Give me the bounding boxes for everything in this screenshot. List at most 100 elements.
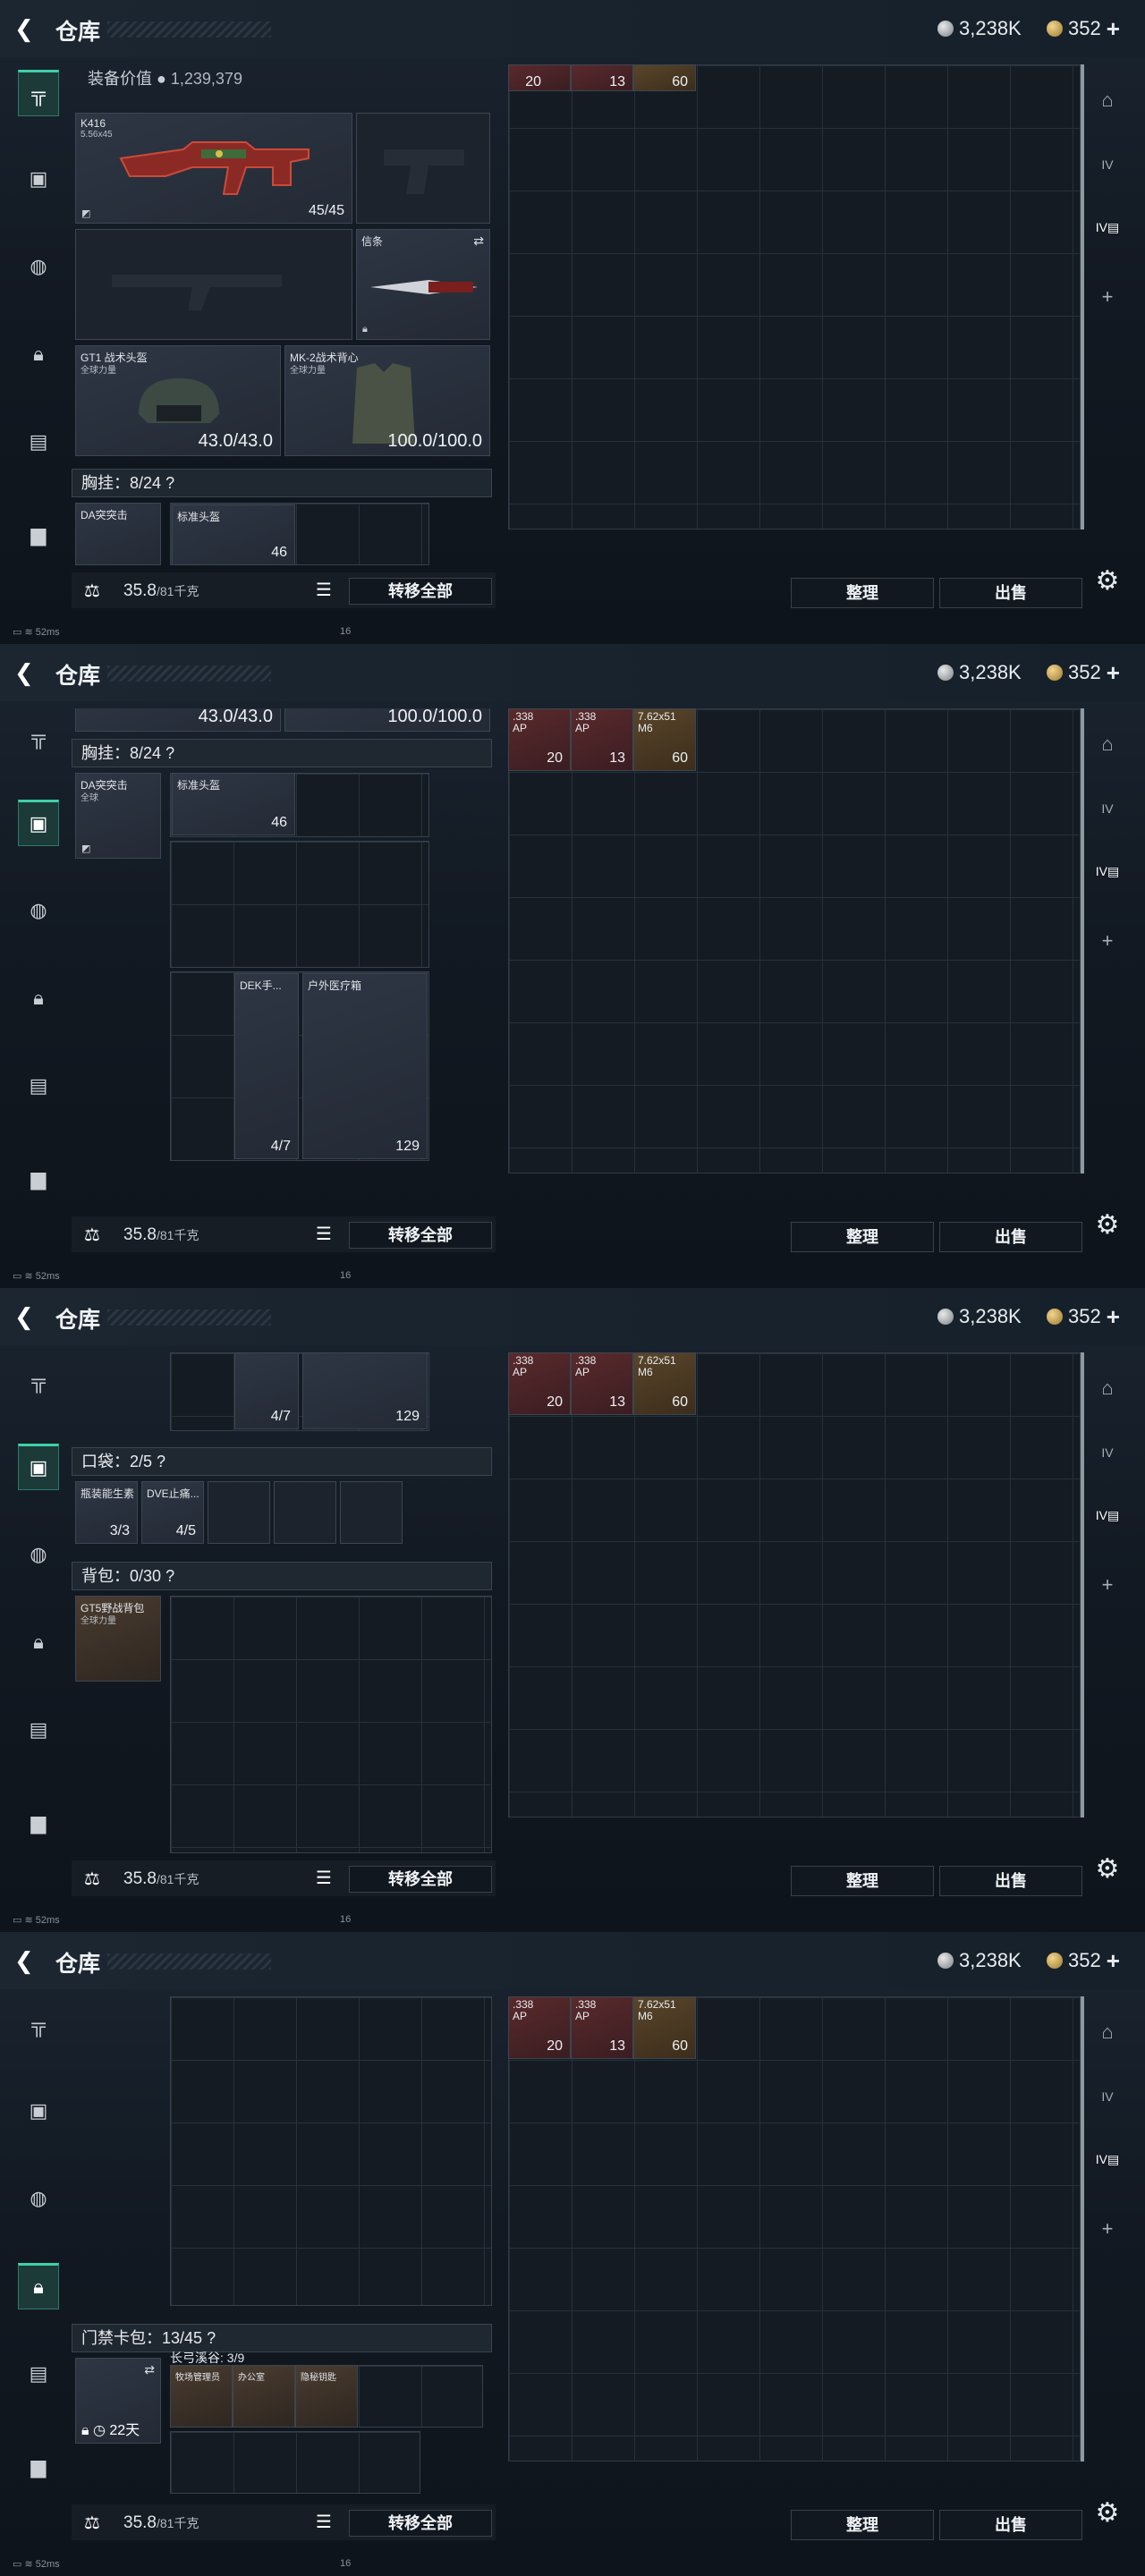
vest-slot[interactable]: 100.0/100.0 xyxy=(284,708,490,732)
sell-button[interactable]: 出售 xyxy=(939,2510,1082,2540)
chest-rig-slot[interactable]: DA突突击 全球 ◩ xyxy=(75,773,161,859)
stash-grid[interactable] xyxy=(508,64,1081,530)
list-icon[interactable]: ☰ xyxy=(313,1224,335,1245)
dek-item[interactable]: 4/7 xyxy=(234,1352,299,1429)
backpack-grid[interactable] xyxy=(170,1596,492,1853)
ammo-item[interactable]: .338 AP 20 xyxy=(508,708,571,771)
headset-item[interactable]: 标准头盔 46 xyxy=(172,504,295,565)
back-arrow-icon[interactable]: ❮ xyxy=(14,1304,39,1329)
ammo-item[interactable]: 20 xyxy=(508,64,571,91)
melee-slot[interactable]: 信条 ⇄ 🔒︎ xyxy=(356,229,490,340)
keycard-item-3[interactable]: 隐秘钥匙 xyxy=(295,2365,358,2428)
sort-button[interactable]: 整理 xyxy=(791,1866,934,1896)
sort-button[interactable]: 整理 xyxy=(791,578,934,608)
sort-button[interactable]: 整理 xyxy=(791,1222,934,1252)
back-arrow-icon[interactable]: ❮ xyxy=(14,16,39,41)
chest-rig-slot[interactable]: DA突突击 xyxy=(75,503,161,565)
sell-button[interactable]: 出售 xyxy=(939,1222,1082,1252)
keycard-item-2[interactable]: 办公室 xyxy=(233,2365,295,2428)
level-iv-icon[interactable]: IV xyxy=(1088,789,1127,828)
settings-gear-icon[interactable]: ⚙ xyxy=(1091,565,1124,597)
safe-icon[interactable]: ⌂ xyxy=(1088,724,1127,764)
stash-scrollbar[interactable] xyxy=(1081,1352,1084,1818)
medkit-item[interactable]: 129 xyxy=(302,1352,428,1429)
stash-grid[interactable] xyxy=(508,1996,1081,2462)
help-icon[interactable]: ? xyxy=(157,1453,165,1470)
list-icon[interactable]: ☰ xyxy=(313,1868,335,1889)
level-iv-stack-icon[interactable]: IV▤ xyxy=(1088,2140,1127,2179)
sidebar-item-case[interactable]: ▆ xyxy=(18,1800,59,1846)
sidebar-item-weapons[interactable]: ╦ xyxy=(18,1358,59,1404)
sidebar-item-armor[interactable]: ▣ xyxy=(18,156,59,202)
sidebar-item-cards[interactable]: ▤ xyxy=(18,1707,59,1753)
list-icon[interactable]: ☰ xyxy=(313,2512,335,2533)
sidebar-item-weapons[interactable]: ╦ xyxy=(18,70,59,116)
transfer-all-button[interactable]: 转移全部 xyxy=(349,578,492,605)
pocket-item-1[interactable]: 瓶装能生素 3/3 xyxy=(75,1481,138,1544)
sidebar-item-backpack[interactable]: ◍ xyxy=(18,243,59,290)
pocket-slot-empty[interactable] xyxy=(208,1481,270,1544)
medkit-item[interactable]: 户外医疗箱 129 xyxy=(302,973,428,1159)
sidebar-item-backpack[interactable]: ◍ xyxy=(18,1531,59,1578)
helmet-slot[interactable]: 43.0/43.0 xyxy=(75,708,281,732)
list-icon[interactable]: ☰ xyxy=(313,580,335,601)
level-iv-stack-icon[interactable]: IV▤ xyxy=(1088,852,1127,891)
gold-currency[interactable]: 352 + xyxy=(1047,1948,1120,1973)
help-icon[interactable]: ? xyxy=(165,744,174,762)
tertiary-weapon-slot[interactable] xyxy=(75,229,352,340)
sell-button[interactable]: 出售 xyxy=(939,578,1082,608)
swap-icon[interactable]: ⇄ xyxy=(473,233,484,249)
pocket-item-2[interactable]: DVE止痛... 4/5 xyxy=(141,1481,204,1544)
gold-currency[interactable]: 352 + xyxy=(1047,660,1120,685)
sidebar-item-cards[interactable]: ▤ xyxy=(18,2351,59,2397)
sidebar-item-case[interactable]: ▆ xyxy=(18,1156,59,1202)
sidebar-item-safe[interactable]: 🔒︎ xyxy=(18,975,59,1021)
ammo-item[interactable]: 7.62x51 M6 60 xyxy=(633,708,696,771)
sidebar-item-armor[interactable]: ▣ xyxy=(18,1444,59,1490)
settings-gear-icon[interactable]: ⚙ xyxy=(1091,1209,1124,1241)
sidebar-item-safe[interactable]: 🔒︎ xyxy=(18,2263,59,2309)
sell-button[interactable]: 出售 xyxy=(939,1866,1082,1896)
safe-icon[interactable]: ⌂ xyxy=(1088,1368,1127,1408)
keycard-item-1[interactable]: 牧场管理员 xyxy=(170,2365,233,2428)
ammo-item[interactable]: .338 AP 20 xyxy=(508,1996,571,2059)
keycard-grid-lower[interactable] xyxy=(170,2431,420,2494)
sidebar-item-backpack[interactable]: ◍ xyxy=(18,887,59,934)
pocket-slot-empty[interactable] xyxy=(340,1481,403,1544)
transfer-all-button[interactable]: 转移全部 xyxy=(349,1866,492,1893)
safe-icon[interactable]: ⌂ xyxy=(1088,80,1127,120)
settings-gear-icon[interactable]: ⚙ xyxy=(1091,1853,1124,1885)
back-arrow-icon[interactable]: ❮ xyxy=(14,1948,39,1973)
ammo-item[interactable]: 60 xyxy=(633,64,696,91)
plus-icon[interactable]: + xyxy=(1107,17,1120,40)
help-icon[interactable]: ? xyxy=(207,2329,216,2347)
level-iv-stack-icon[interactable]: IV▤ xyxy=(1088,208,1127,247)
ammo-item[interactable]: .338 AP 13 xyxy=(571,708,633,771)
ammo-item[interactable]: .338 AP 13 xyxy=(571,1352,633,1415)
headset-item[interactable]: 标准头盔 46 xyxy=(172,773,295,835)
pocket-slot-empty[interactable] xyxy=(274,1481,336,1544)
vest-slot[interactable]: MK-2战术背心 全球力量 100.0/100.0 xyxy=(284,345,490,456)
sidebar-item-cards[interactable]: ▤ xyxy=(18,1063,59,1109)
sort-button[interactable]: 整理 xyxy=(791,2510,934,2540)
swap-icon[interactable]: ⇄ xyxy=(144,2362,155,2377)
plus-icon[interactable]: + xyxy=(1107,1949,1120,1972)
stash-scrollbar[interactable] xyxy=(1081,708,1084,1174)
plus-icon[interactable]: + xyxy=(1088,1565,1127,1605)
level-iv-icon[interactable]: IV xyxy=(1088,145,1127,184)
plus-icon[interactable]: + xyxy=(1107,1305,1120,1328)
sidebar-item-case[interactable]: ▆ xyxy=(18,2444,59,2490)
back-arrow-icon[interactable]: ❮ xyxy=(14,660,39,685)
primary-weapon-slot[interactable]: K416 5.56x45 45/45 ◩ xyxy=(75,113,352,224)
ammo-item[interactable]: 7.62x51 M6 60 xyxy=(633,1996,696,2059)
chest-rig-grid-mid[interactable] xyxy=(170,841,429,968)
ammo-item[interactable]: .338 AP 13 xyxy=(571,1996,633,2059)
sidebar-item-cards[interactable]: ▤ xyxy=(18,419,59,465)
secondary-weapon-slot[interactable] xyxy=(356,113,490,224)
transfer-all-button[interactable]: 转移全部 xyxy=(349,2510,492,2537)
level-iv-icon[interactable]: IV xyxy=(1088,1433,1127,1472)
sidebar-item-armor[interactable]: ▣ xyxy=(18,800,59,846)
sidebar-item-armor[interactable]: ▣ xyxy=(18,2088,59,2134)
settings-gear-icon[interactable]: ⚙ xyxy=(1091,2497,1124,2529)
ammo-item[interactable]: 13 xyxy=(571,64,633,91)
